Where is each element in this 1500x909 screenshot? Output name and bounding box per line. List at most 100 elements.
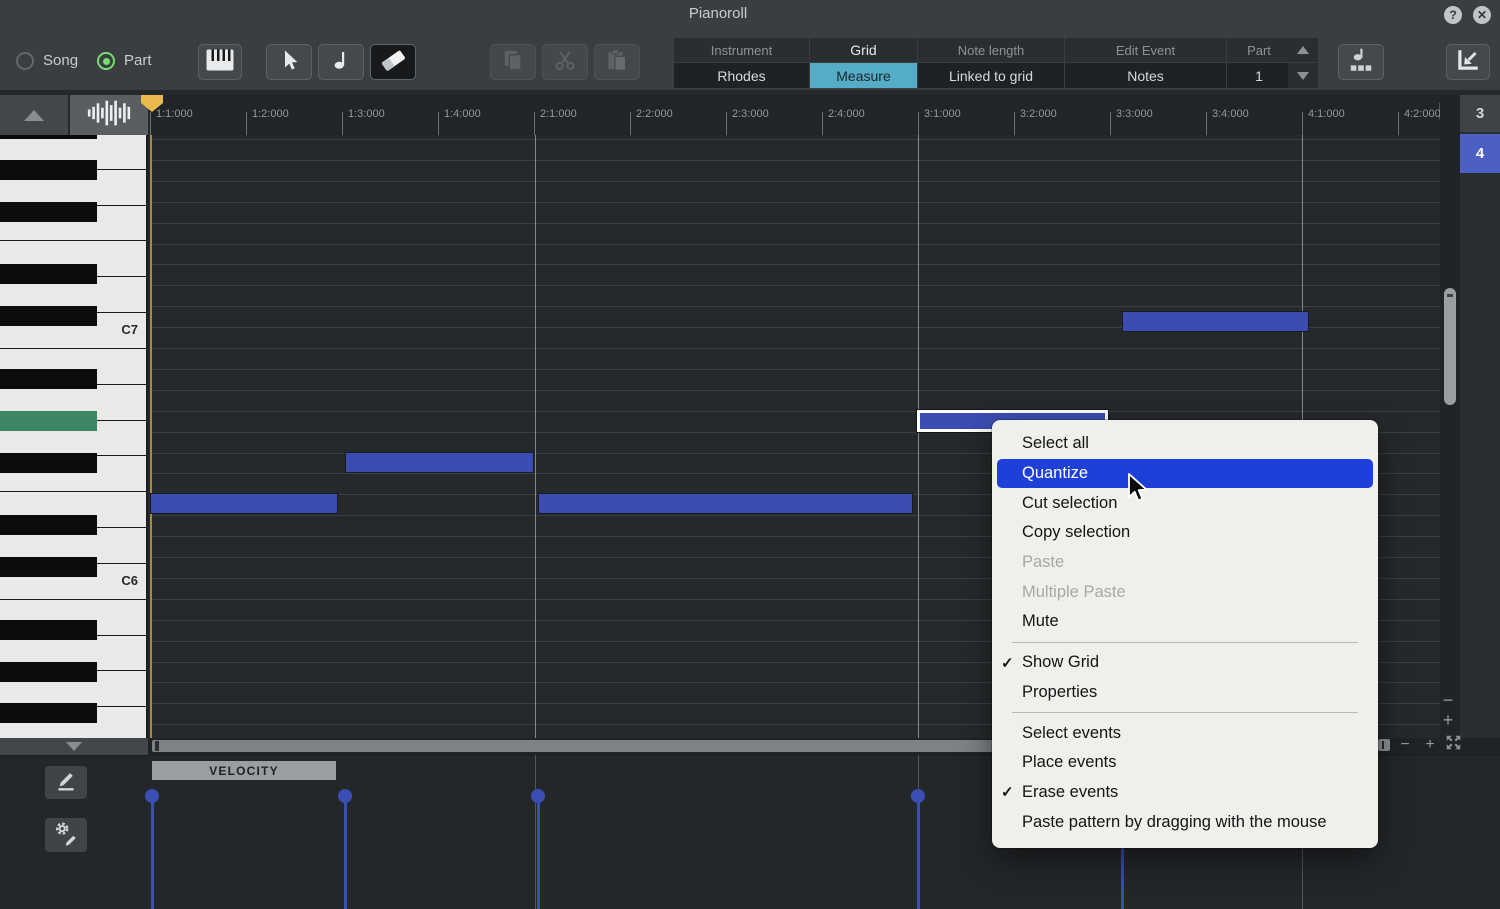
menu-item-label: Properties (1022, 682, 1098, 701)
help-icon[interactable]: ? (1444, 6, 1462, 24)
vertical-zoom-out-button[interactable]: − (1438, 691, 1458, 709)
ruler-label: 4:1:000 (1308, 108, 1345, 120)
setting-value[interactable]: Notes (1065, 63, 1226, 88)
vertical-scrollbar[interactable] (1444, 288, 1456, 405)
ruler-label: 1:3:000 (348, 108, 385, 120)
horizontal-zoom-in-button[interactable]: + (1420, 737, 1440, 753)
piano-key-black[interactable] (0, 452, 97, 473)
setting-value[interactable]: Measure (810, 63, 917, 88)
paste-button[interactable] (594, 44, 640, 80)
piano-keyboard[interactable]: C7 C6 (0, 135, 148, 738)
context-menu: Select all Quantize Cut selection Copy sele… (992, 420, 1378, 848)
copy-icon (500, 47, 526, 78)
song-radio[interactable] (16, 52, 34, 70)
menu-item-paste[interactable]: Paste (992, 548, 1378, 578)
piano-key-black[interactable] (0, 264, 97, 285)
scrollbar-handle (155, 741, 159, 751)
grid-measure-line (535, 135, 536, 738)
piano-key-black[interactable] (0, 661, 97, 682)
cut-button[interactable] (542, 44, 588, 80)
copy-button[interactable] (490, 44, 536, 80)
velocity-draw-button[interactable] (45, 766, 87, 799)
menu-item-label: Multiple Paste (1022, 582, 1126, 601)
menu-item-copy-selection[interactable]: Copy selection (992, 518, 1378, 548)
menu-item-quantize[interactable]: Quantize (997, 458, 1373, 489)
grid-row-line (150, 201, 1440, 203)
menu-item-cut-selection[interactable]: Cut selection (992, 488, 1378, 518)
mouse-cursor (1125, 472, 1149, 509)
piano-key-black[interactable] (0, 368, 97, 389)
menu-item-place-events[interactable]: Place events (992, 748, 1378, 778)
ruler-label: 2:4:000 (828, 108, 865, 120)
ruler-tick (822, 112, 823, 135)
piano-key-black-partial[interactable] (0, 135, 97, 139)
menu-item-label: Quantize (1022, 464, 1089, 483)
timeline-ruler[interactable]: 1:1:000 1:2:000 1:3:000 1:4:000 2:1:000 2:2:0… (150, 95, 1440, 136)
expand-fullscreen-icon[interactable] (1445, 734, 1462, 756)
part-tab-4[interactable]: 4 (1460, 134, 1500, 173)
midi-note[interactable] (538, 493, 913, 514)
piano-key-black[interactable] (0, 159, 97, 180)
arrow-up-icon (24, 109, 44, 121)
pencil-line-icon (53, 767, 79, 798)
setting-value[interactable]: Rhodes (674, 63, 809, 88)
menu-item-select-events[interactable]: Select events (992, 718, 1378, 748)
settings-table: Instrument Rhodes Grid Measure Note length Li… (674, 38, 1292, 88)
midi-note[interactable] (345, 452, 534, 473)
grid-row-line (150, 180, 1440, 182)
note-length-button[interactable] (1338, 44, 1384, 80)
keyboard-scroll-down-button[interactable] (0, 738, 148, 755)
waveform-icon (87, 98, 131, 133)
horizontal-zoom-out-button[interactable]: − (1395, 737, 1415, 753)
menu-item-show-grid[interactable]: ✓ Show Grid (992, 648, 1378, 678)
setting-label: Grid (810, 38, 917, 62)
setting-value[interactable]: 1 (1227, 63, 1291, 88)
grid-row-line (150, 348, 1440, 349)
waveform-view-button[interactable] (70, 95, 148, 135)
ruler-tick (1206, 112, 1207, 135)
ruler-label: 1:4:000 (444, 108, 481, 120)
piano-key-black[interactable] (0, 201, 97, 222)
eraser-tool-button[interactable] (370, 44, 416, 80)
vertical-zoom-in-button[interactable]: + (1438, 711, 1458, 729)
piano-key-black[interactable] (0, 619, 97, 640)
white-key-separator (97, 276, 146, 278)
menu-item-mute[interactable]: Mute (992, 607, 1378, 637)
part-up-button[interactable] (1288, 38, 1318, 62)
ruler-label: 2:3:000 (732, 108, 769, 120)
setting-part: Part 1 (1227, 38, 1291, 88)
draw-note-tool-button[interactable] (318, 44, 364, 80)
import-to-corner-button[interactable] (1446, 44, 1490, 80)
menu-item-label: Paste (1022, 553, 1065, 572)
select-tool-button[interactable] (266, 44, 312, 80)
octave-key-label: C6 (121, 572, 138, 588)
part-tab-3[interactable]: 3 (1460, 95, 1500, 132)
mini-roll-icon[interactable] (1378, 739, 1390, 751)
setting-value[interactable]: Linked to grid (918, 63, 1064, 88)
piano-key-black[interactable] (0, 515, 97, 536)
piano-key-highlighted[interactable] (0, 410, 97, 431)
close-icon[interactable]: ✕ (1473, 6, 1491, 24)
menu-item-erase-events[interactable]: ✓ Erase events (992, 778, 1378, 808)
gear-pencil-icon (53, 820, 79, 851)
setting-label: Edit Event (1065, 38, 1226, 62)
white-key-separator (97, 706, 146, 708)
part-down-button[interactable] (1288, 63, 1318, 88)
menu-item-label: Copy selection (1022, 523, 1131, 542)
piano-key-black[interactable] (0, 703, 97, 724)
velocity-settings-button[interactable] (45, 818, 87, 852)
song-radio-label: Song (43, 52, 79, 69)
playhead-marker[interactable] (141, 95, 163, 117)
midi-note[interactable] (150, 493, 338, 514)
radio-dot (102, 57, 110, 65)
midi-note[interactable] (1122, 311, 1309, 332)
menu-item-paste-pattern-by-dragging-with-the-mouse[interactable]: Paste pattern by dragging with the mouse (992, 807, 1378, 837)
menu-item-properties[interactable]: Properties (992, 678, 1378, 708)
white-key-separator (97, 634, 146, 636)
menu-item-select-all[interactable]: Select all (992, 429, 1378, 459)
part-radio[interactable] (97, 52, 115, 70)
white-key-separator (97, 168, 146, 170)
keyboard-toggle-button[interactable] (198, 44, 242, 80)
menu-item-multiple-paste[interactable]: Multiple Paste (992, 577, 1378, 607)
keyboard-scroll-up-button[interactable] (0, 95, 68, 135)
